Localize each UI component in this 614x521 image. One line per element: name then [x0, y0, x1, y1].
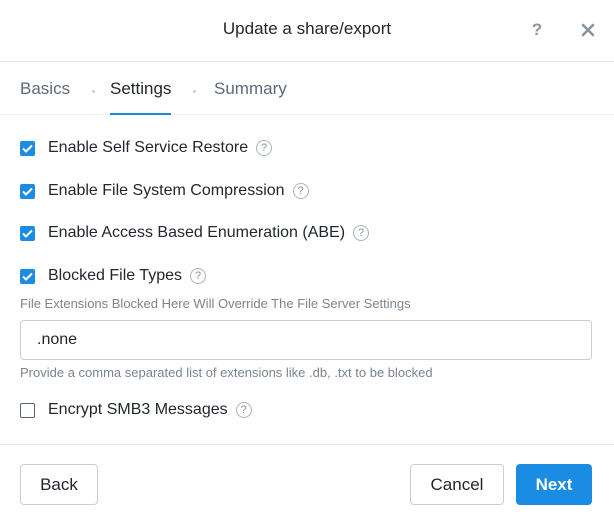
- encrypt-smb3-checkbox[interactable]: [20, 402, 35, 418]
- question-circle-icon[interactable]: ?: [292, 183, 309, 199]
- help-icon[interactable]: ?: [528, 20, 546, 40]
- tab-summary[interactable]: Summary: [214, 79, 287, 115]
- blocked-file-types-checkbox[interactable]: [20, 268, 35, 284]
- update-share-dialog: Update a share/export ? Basics Settings …: [0, 0, 614, 521]
- tab-separator: [193, 90, 196, 93]
- tab-basics[interactable]: Basics: [20, 79, 70, 115]
- dialog-title: Update a share/export: [222, 19, 392, 38]
- option-blocked-file-types: Blocked File Types ?: [20, 265, 206, 287]
- file-system-compression-checkbox[interactable]: [20, 183, 35, 199]
- option-access-based-enumeration: Enable Access Based Enumeration (ABE) ?: [20, 222, 370, 244]
- encrypt-smb3-label: Encrypt SMB3 Messages: [48, 401, 228, 418]
- next-button[interactable]: Next: [516, 464, 592, 505]
- blocked-extensions-input[interactable]: [20, 320, 592, 360]
- option-self-service-restore: Enable Self Service Restore ?: [20, 137, 273, 159]
- dialog-header: Update a share/export ?: [0, 0, 614, 62]
- question-circle-icon[interactable]: ?: [235, 402, 252, 418]
- option-file-system-compression: Enable File System Compression ?: [20, 180, 309, 202]
- back-button[interactable]: Back: [20, 464, 98, 505]
- close-icon[interactable]: [577, 17, 599, 43]
- self-service-restore-checkbox[interactable]: [20, 140, 35, 156]
- question-circle-icon[interactable]: ?: [256, 140, 273, 156]
- tab-separator: [92, 90, 95, 93]
- blocked-file-types-label: Blocked File Types: [48, 267, 182, 284]
- question-circle-icon[interactable]: ?: [353, 225, 370, 241]
- blocked-types-helper: Provide a comma separated list of extens…: [20, 365, 433, 380]
- self-service-restore-label: Enable Self Service Restore: [48, 139, 249, 156]
- wizard-tabs: Basics Settings Summary: [0, 62, 614, 115]
- cancel-button[interactable]: Cancel: [410, 464, 504, 505]
- blocked-types-description: File Extensions Blocked Here Will Overri…: [20, 296, 411, 311]
- access-based-enumeration-checkbox[interactable]: [20, 225, 35, 241]
- access-based-enumeration-label: Enable Access Based Enumeration (ABE): [48, 224, 346, 241]
- option-encrypt-smb3: Encrypt SMB3 Messages ?: [20, 399, 252, 421]
- file-system-compression-label: Enable File System Compression: [48, 182, 285, 199]
- question-circle-icon[interactable]: ?: [190, 268, 206, 284]
- dialog-footer: Back Cancel Next: [0, 444, 614, 521]
- tab-settings[interactable]: Settings: [110, 79, 172, 115]
